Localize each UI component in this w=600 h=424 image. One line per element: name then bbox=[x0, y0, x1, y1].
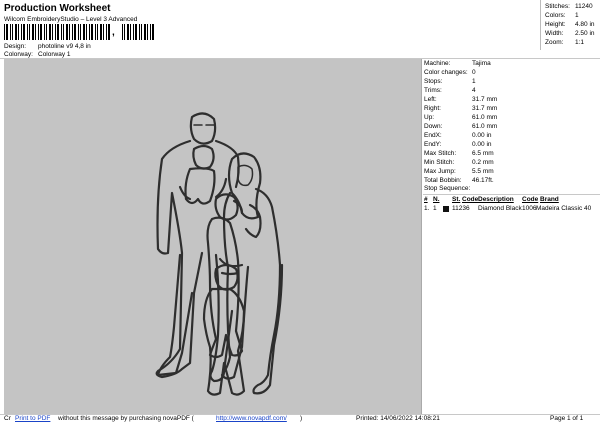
family-embroidery-illustration bbox=[155, 112, 284, 396]
detail-label: Down: bbox=[424, 123, 443, 130]
design-value: photoline v9 4,8 in bbox=[38, 43, 91, 50]
footer-suffix: ) bbox=[300, 415, 303, 422]
detail-value: 4 bbox=[472, 87, 476, 94]
detail-label: EndY: bbox=[424, 141, 442, 148]
barcode-char: , bbox=[112, 27, 115, 38]
detail-label: EndX: bbox=[424, 132, 442, 139]
width-value: 2.50 in bbox=[575, 30, 595, 37]
detail-label: Trims: bbox=[424, 87, 442, 94]
detail-value: 31.7 mm bbox=[472, 105, 498, 112]
detail-row: Machine: Tajima bbox=[424, 60, 491, 67]
detail-value: 0.00 in bbox=[472, 141, 492, 148]
col-number: # bbox=[424, 196, 428, 203]
detail-value: 46.17ft. bbox=[472, 177, 494, 184]
col-thread-code: Code bbox=[522, 196, 539, 203]
stop-stitches: 11236 bbox=[452, 205, 470, 212]
detail-row: Trims: 4 bbox=[424, 87, 476, 94]
detail-value: 0 bbox=[472, 69, 476, 76]
detail-label: Stops: bbox=[424, 78, 443, 85]
colorway-value: Colorway 1 bbox=[38, 51, 71, 58]
detail-row: Max Jump: 5.5 mm bbox=[424, 168, 494, 175]
footer-prefix: Cr bbox=[4, 415, 11, 422]
stop-description: Diamond Black bbox=[478, 205, 522, 212]
zoom-value: 1:1 bbox=[575, 39, 585, 46]
detail-row: Color changes: 0 bbox=[424, 69, 476, 76]
detail-row: EndY: 0.00 in bbox=[424, 141, 492, 148]
detail-value: Tajima bbox=[472, 60, 491, 67]
col-description: Description bbox=[478, 196, 514, 203]
detail-value: 5.5 mm bbox=[472, 168, 494, 175]
detail-label: Machine: bbox=[424, 60, 451, 67]
colorway-row: Colorway: Colorway 1 bbox=[4, 51, 71, 58]
detail-row: Stops: 1 bbox=[424, 78, 476, 85]
detail-label: Left: bbox=[424, 96, 437, 103]
detail-row: EndX: 0.00 in bbox=[424, 132, 492, 139]
software-name: Wilcom EmbroideryStudio – Level 3 Advanc… bbox=[4, 16, 138, 23]
details-panel: Machine: Tajima Color changes: 0 Stops: 1 Trim… bbox=[423, 59, 600, 414]
detail-row: Total Bobbin: 46.17ft. bbox=[424, 177, 494, 184]
detail-row: Min Stitch: 0.2 mm bbox=[424, 159, 494, 166]
detail-row: Left: 31.7 mm bbox=[424, 96, 497, 103]
detail-label: Max Jump: bbox=[424, 168, 456, 175]
design-label: Design: bbox=[4, 43, 27, 50]
detail-row: Max Stitch: 6.5 mm bbox=[424, 150, 494, 157]
printed-timestamp: Printed: 14/06/2022 14:08:21 bbox=[356, 415, 440, 422]
detail-value: 61.0 mm bbox=[472, 114, 498, 121]
colors-label: Colors: bbox=[545, 12, 566, 19]
detail-value: 31.7 mm bbox=[472, 96, 498, 103]
detail-label: Min Stitch: bbox=[424, 159, 455, 166]
stop-sequence-divider bbox=[423, 194, 600, 195]
color-swatch bbox=[443, 206, 449, 212]
width-label: Width: bbox=[545, 30, 564, 37]
detail-row: Down: 61.0 mm bbox=[424, 123, 497, 130]
detail-value: 6.5 mm bbox=[472, 150, 494, 157]
detail-value: 0.2 mm bbox=[472, 159, 494, 166]
col-brand: Brand bbox=[540, 196, 559, 203]
stop-sequence-title: Stop Sequence: bbox=[424, 185, 471, 192]
stop-needle: 1 bbox=[433, 205, 437, 212]
col-code: Code bbox=[462, 196, 479, 203]
stop-thread-code: 1006 bbox=[522, 205, 537, 212]
detail-row: Up: 61.0 mm bbox=[424, 114, 497, 121]
col-stitches: St. bbox=[452, 196, 461, 203]
zoom-label: Zoom: bbox=[545, 39, 564, 46]
stitches-label: Stitches: bbox=[545, 3, 570, 10]
colorway-label: Colorway: bbox=[4, 51, 33, 58]
detail-label: Up: bbox=[424, 114, 435, 121]
detail-row: Right: 31.7 mm bbox=[424, 105, 497, 112]
detail-label: Total Bobbin: bbox=[424, 177, 462, 184]
detail-value: 1 bbox=[472, 78, 476, 85]
detail-label: Max Stitch: bbox=[424, 150, 457, 157]
stitches-value: 11240 bbox=[575, 3, 593, 10]
footer-message: without this message by purchasing novaP… bbox=[58, 415, 194, 422]
page-number: Page 1 of 1 bbox=[550, 415, 584, 422]
worksheet-title: Production Worksheet bbox=[4, 3, 111, 14]
design-row: Design: photoline v9 4,8 in bbox=[4, 43, 91, 50]
colors-value: 1 bbox=[575, 12, 579, 19]
summary-box: Stitches: 11240 Colors: 1 Height: 4.80 in W… bbox=[540, 0, 600, 50]
height-value: 4.80 in bbox=[575, 21, 595, 28]
design-preview bbox=[4, 59, 422, 414]
detail-label: Color changes: bbox=[424, 69, 468, 76]
height-label: Height: bbox=[545, 21, 566, 28]
detail-value: 61.0 mm bbox=[472, 123, 498, 130]
col-needle: N. bbox=[433, 196, 440, 203]
novapdf-link[interactable]: http://www.novapdf.com/ bbox=[216, 415, 287, 422]
detail-label: Right: bbox=[424, 105, 441, 112]
barcode-image bbox=[4, 24, 154, 40]
stop-number: 1. bbox=[424, 205, 430, 212]
detail-value: 0.00 in bbox=[472, 132, 492, 139]
print-to-pdf-link[interactable]: Print to PDF bbox=[15, 415, 50, 422]
stop-brand: Madeira Classic 40 bbox=[536, 205, 592, 212]
